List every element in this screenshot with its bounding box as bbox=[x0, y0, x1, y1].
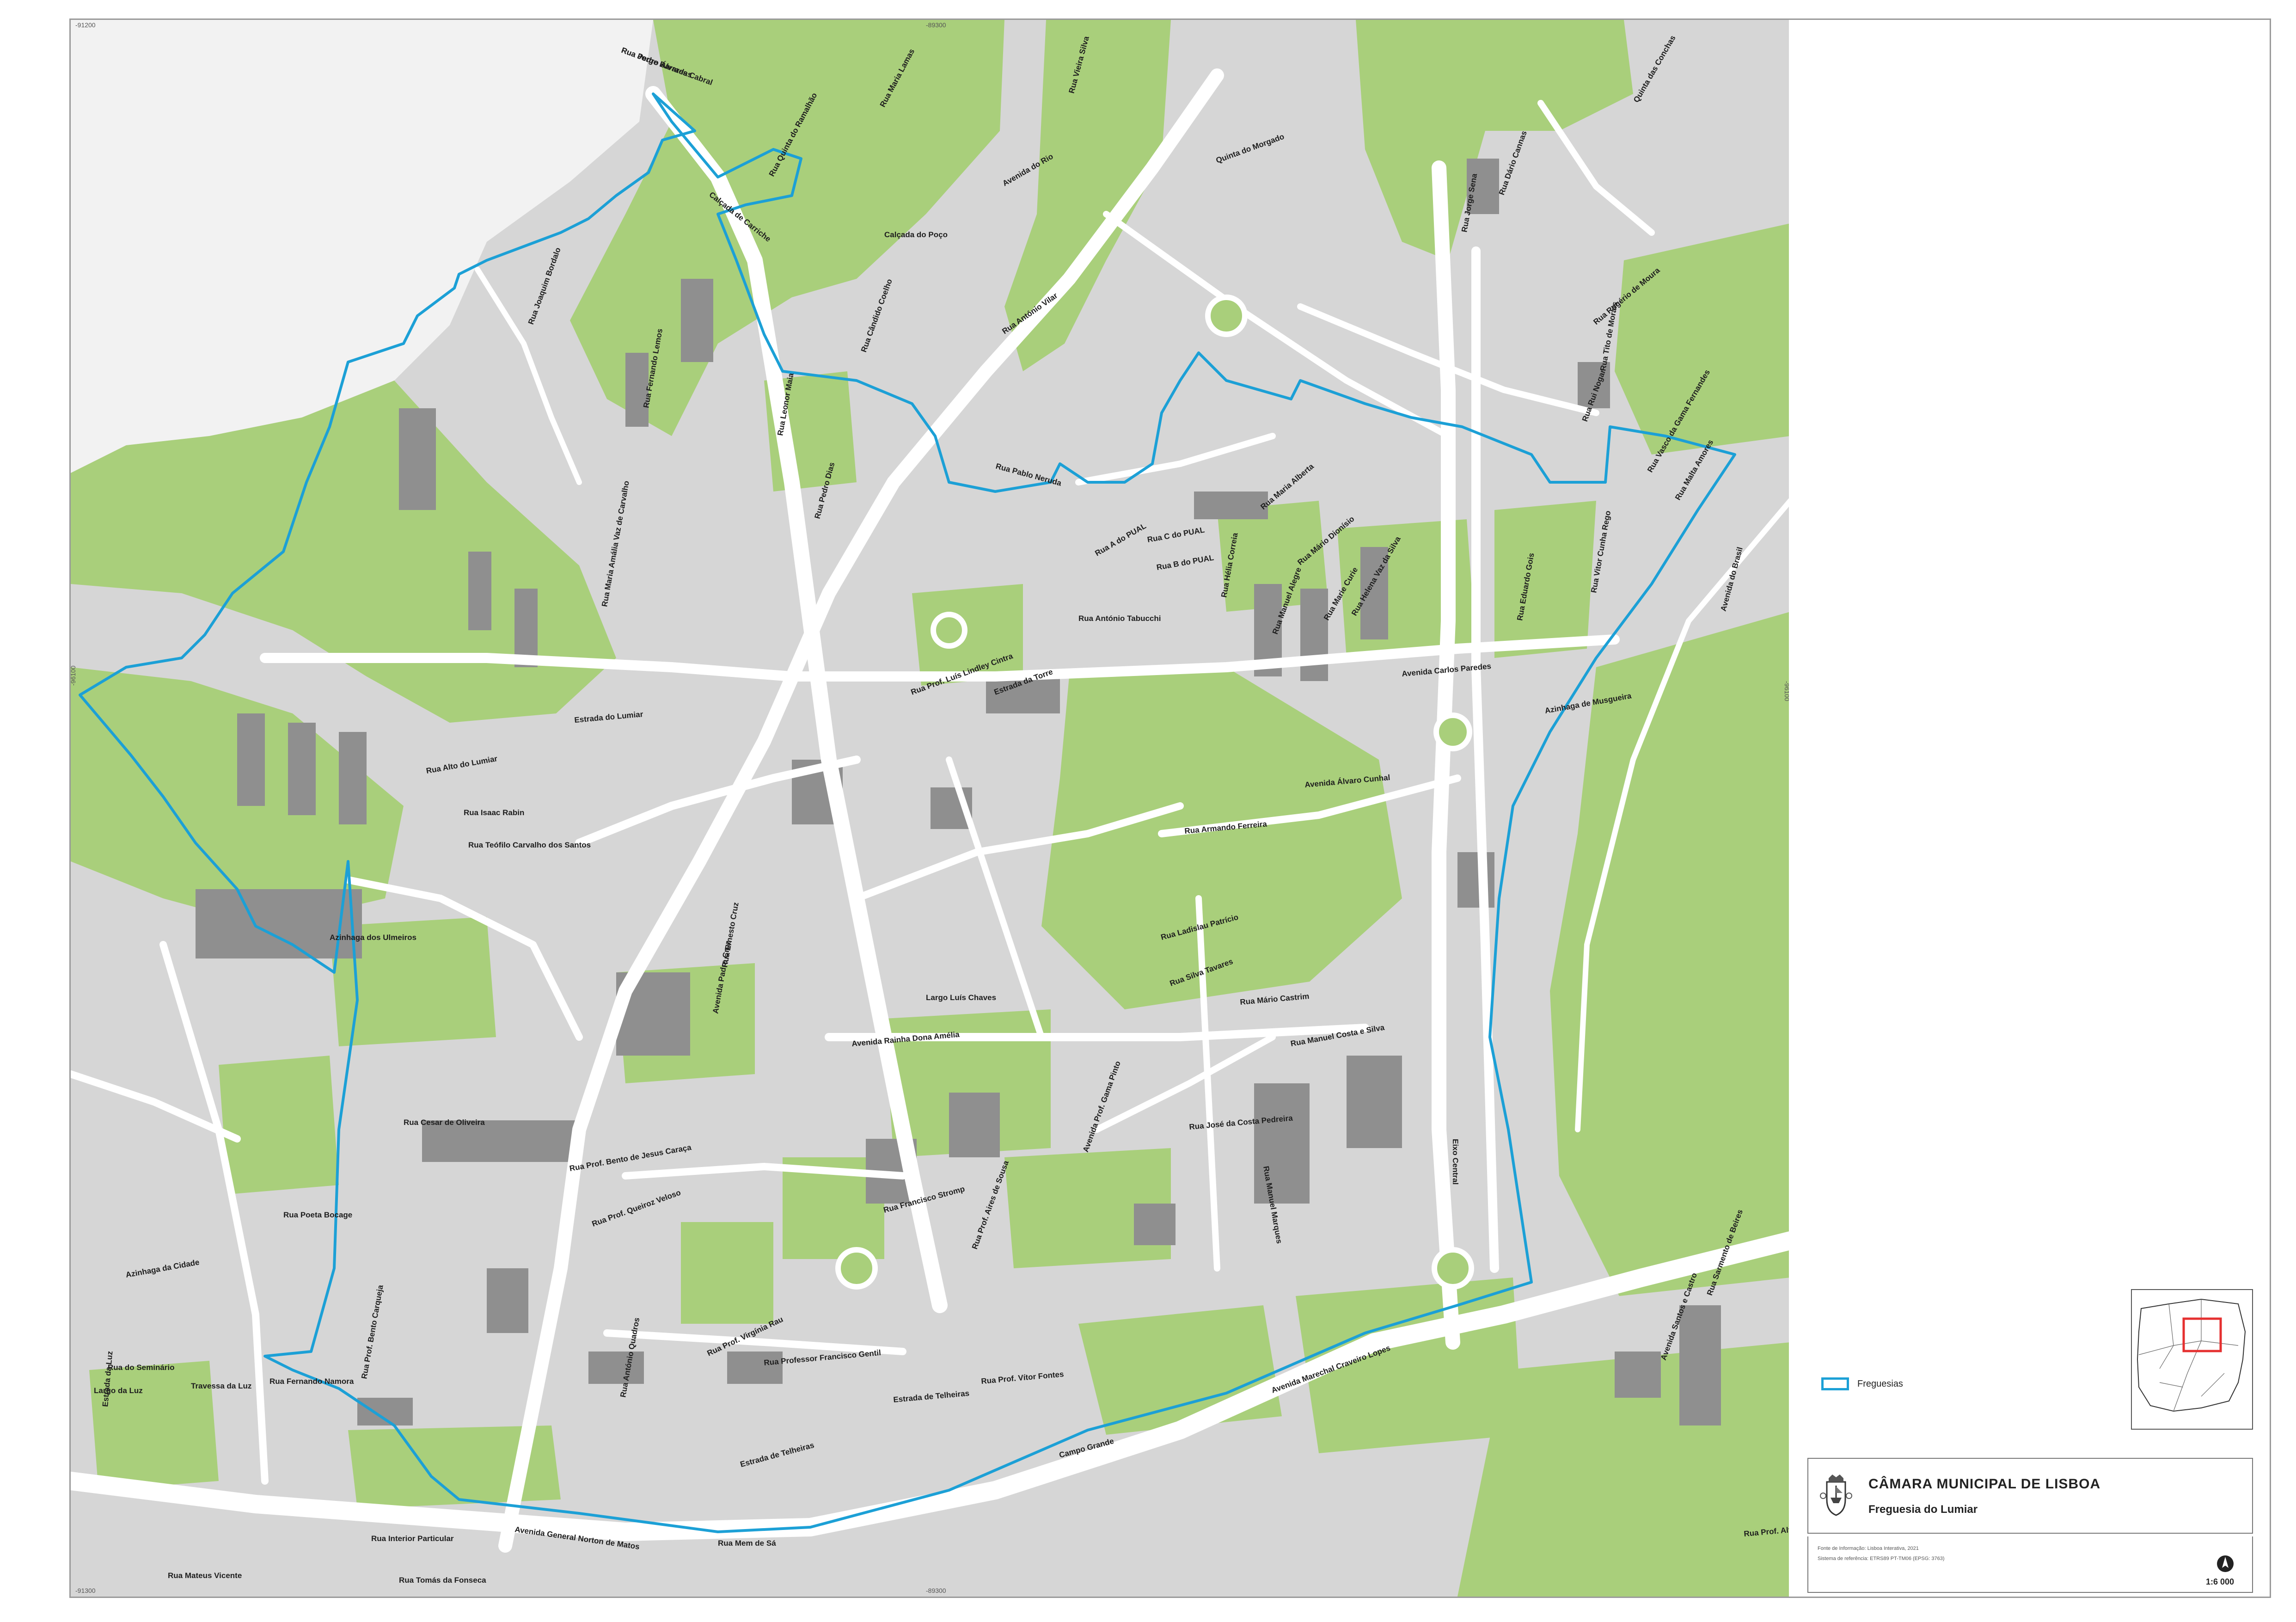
street-label: Travessa da Luz bbox=[191, 1382, 251, 1390]
street-label: Azinhaga dos Ulmeiros bbox=[330, 933, 416, 942]
map-scale: 1:6 000 bbox=[2206, 1577, 2235, 1586]
street-label: Rua Mateus Vicente bbox=[168, 1571, 242, 1580]
coord-left-middle: -96100 bbox=[71, 665, 77, 686]
street-label: Rua Mem de Sá bbox=[718, 1539, 776, 1548]
street-label: Rua Interior Particular bbox=[371, 1534, 454, 1543]
street-label: Rua Isaac Rabin bbox=[464, 808, 524, 817]
reference-system-note: Sistema de referência: ETRS89 PT-TM06 (E… bbox=[1818, 1556, 1945, 1561]
inset-map bbox=[2137, 1298, 2246, 1412]
street-label: Largo Luís Chaves bbox=[926, 993, 996, 1002]
map-sheet: -91200 -89300 -91300 -89300 -96100 -9610… bbox=[0, 0, 2296, 1622]
street-label: Largo da Luz bbox=[94, 1386, 143, 1395]
coord-top-left: -91200 bbox=[75, 21, 96, 29]
legend-boundary-swatch bbox=[1821, 1377, 1849, 1390]
legend: Freguesias bbox=[1821, 1375, 1903, 1393]
street-label: Rua Poeta Bocage bbox=[283, 1210, 352, 1219]
side-panel: Freguesias CÂMARA MUNICIPAL DE LISBOA Fr… bbox=[1789, 18, 2271, 1598]
coord-bottom-left: -91300 bbox=[75, 1587, 96, 1594]
legend-boundary-label: Freguesias bbox=[1857, 1378, 1903, 1389]
street-label: Rua Tomás da Fonseca bbox=[399, 1576, 486, 1585]
north-arrow-icon bbox=[2217, 1555, 2234, 1572]
street-label: Rua Cesar de Oliveira bbox=[404, 1118, 485, 1127]
street-label: Eixo Central bbox=[1451, 1139, 1460, 1185]
title-block: CÂMARA MUNICIPAL DE LISBOA Freguesia do … bbox=[1807, 1458, 2253, 1534]
street-label: Rua Fernando Namora bbox=[269, 1377, 354, 1386]
coord-bottom-center: -89300 bbox=[926, 1587, 946, 1594]
sheet-title: Freguesia do Lumiar bbox=[1868, 1503, 1978, 1516]
organization-name: CÂMARA MUNICIPAL DE LISBOA bbox=[1868, 1476, 2101, 1492]
coord-top-center: -89300 bbox=[926, 21, 946, 29]
map-canvas[interactable]: -91200 -89300 -91300 -89300 -96100 -9610… bbox=[71, 20, 1790, 1597]
street-label: Rua António Tabucchi bbox=[1078, 614, 1161, 623]
street-label: Calçada do Poço bbox=[884, 230, 948, 239]
street-label: Rua Teófilo Carvalho dos Santos bbox=[468, 841, 591, 849]
inset-lisbon-outline bbox=[2137, 1298, 2246, 1412]
street-label: Rua do Seminário bbox=[108, 1363, 175, 1372]
lisbon-crest-icon bbox=[1820, 1475, 1852, 1516]
location-inset-map bbox=[2131, 1289, 2253, 1430]
data-source-note: Fonte de Informação: Lisboa Interativa, … bbox=[1818, 1546, 1919, 1551]
map-frame: -91200 -89300 -91300 -89300 -96100 -9610… bbox=[69, 18, 1792, 1598]
info-block: Fonte de Informação: Lisboa Interativa, … bbox=[1807, 1536, 2253, 1593]
